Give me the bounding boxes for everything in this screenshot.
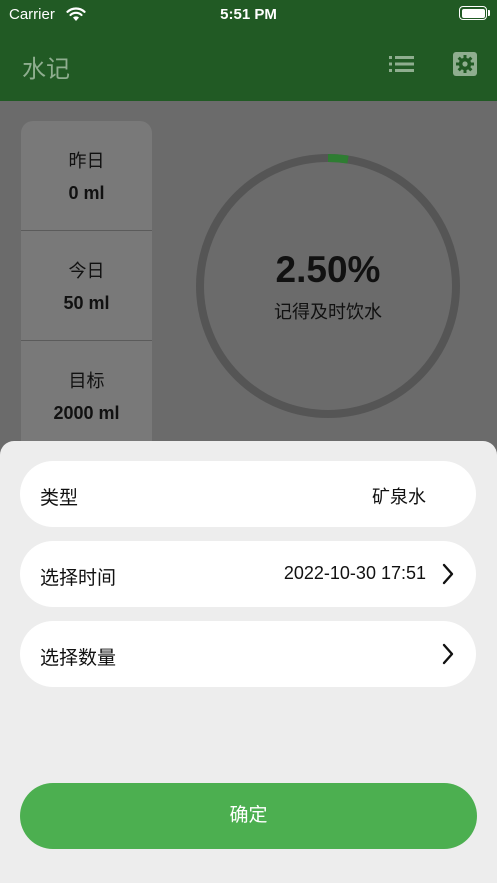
stat-divider (21, 230, 152, 231)
status-bar: Carrier 5:51 PM (0, 0, 497, 30)
app-bar: 水记 (0, 30, 497, 101)
app-title: 水记 (22, 56, 70, 83)
type-value: 矿泉水 (372, 487, 426, 507)
bottom-sheet: 类型 矿泉水 选择时间 2022-10-30 17:51 选择数量 确定 (0, 441, 497, 883)
select-time-row[interactable]: 选择时间 2022-10-30 17:51 (20, 541, 476, 607)
select-time-label: 选择时间 (40, 568, 117, 589)
progress-percent: 2.50% (275, 249, 381, 290)
stat-divider (21, 340, 152, 341)
list-icon[interactable] (389, 54, 415, 74)
chevron-right-icon (442, 563, 454, 585)
gear-icon[interactable] (453, 52, 477, 76)
chevron-right-icon (442, 643, 454, 665)
select-amount-row[interactable]: 选择数量 (20, 621, 476, 687)
stat-yesterday-value: 0 ml (68, 183, 105, 203)
stat-yesterday-label: 昨日 (68, 151, 105, 171)
stat-target-value: 2000 ml (53, 403, 120, 423)
battery-icon (459, 6, 490, 20)
stat-target-label: 目标 (68, 371, 105, 391)
select-amount-label: 选择数量 (40, 648, 117, 669)
stat-target: 目标 2000 ml (21, 367, 152, 424)
stat-today-value: 50 ml (63, 293, 110, 313)
stat-today: 今日 50 ml (21, 257, 152, 314)
progress-caption: 记得及时饮水 (274, 302, 382, 322)
confirm-button[interactable]: 确定 (20, 783, 477, 849)
type-row[interactable]: 类型 矿泉水 (20, 461, 476, 527)
stats-card: 昨日 0 ml 今日 50 ml 目标 2000 ml (21, 121, 152, 461)
type-label: 类型 (40, 488, 79, 509)
status-time: 5:51 PM (220, 6, 277, 23)
stat-yesterday: 昨日 0 ml (21, 147, 152, 204)
select-time-value: 2022-10-30 17:51 (283, 563, 426, 583)
stat-today-label: 今日 (68, 261, 105, 281)
